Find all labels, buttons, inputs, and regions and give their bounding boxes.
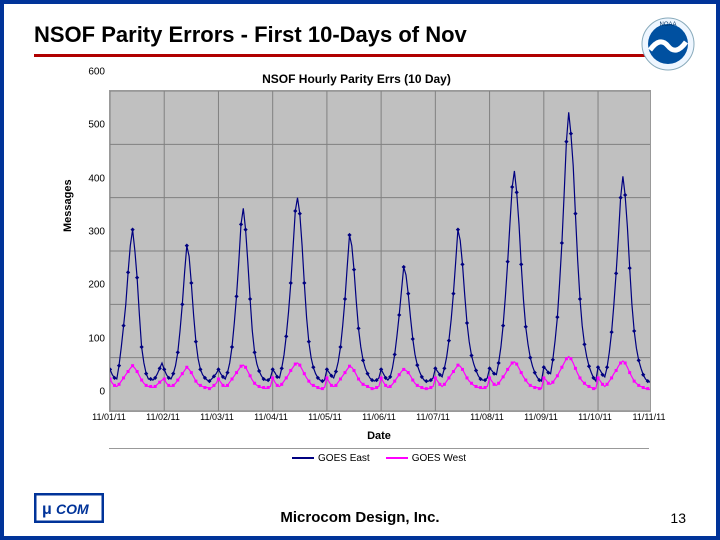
noaa-logo-icon: NOAA [640, 16, 696, 77]
chart-container: NSOF Hourly Parity Errs (10 Day) Message… [64, 72, 649, 462]
y-axis-label: Messages [62, 179, 74, 232]
x-axis-label: Date [109, 430, 649, 442]
chart-title: NSOF Hourly Parity Errs (10 Day) [64, 72, 649, 86]
legend: GOES EastGOES West [109, 448, 649, 464]
header: NSOF Parity Errors - First 10-Days of No… [4, 4, 716, 48]
page-number: 13 [670, 510, 686, 526]
x-axis-ticks: 11/01/1111/02/1111/03/1111/04/1111/05/11… [109, 412, 649, 426]
divider [34, 54, 686, 57]
page-title: NSOF Parity Errors - First 10-Days of No… [34, 22, 467, 47]
chart-svg [110, 91, 650, 411]
y-axis-ticks: 0100200300400500600 [79, 72, 105, 392]
slide-frame: NSOF Parity Errors - First 10-Days of No… [0, 0, 720, 540]
footer-text: Microcom Design, Inc. [4, 509, 716, 526]
svg-text:NOAA: NOAA [659, 22, 676, 28]
plot-area [109, 90, 651, 412]
